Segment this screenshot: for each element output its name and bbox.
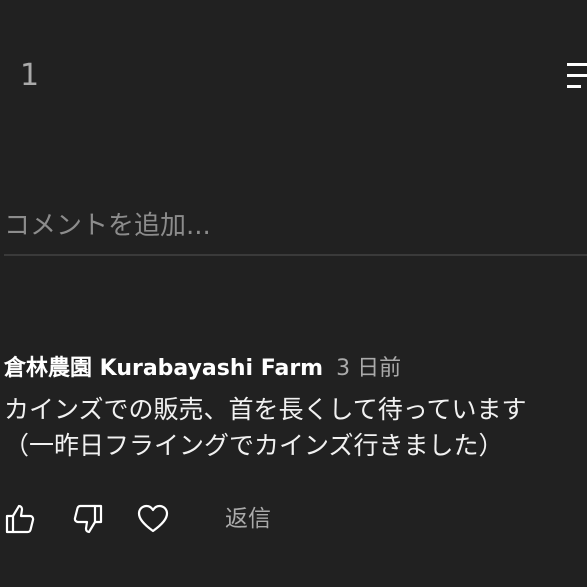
add-comment-field[interactable]	[4, 206, 587, 256]
comment-item: 倉林農園 Kurabayashi Farm 3 日前 カインズでの販売、首を長く…	[4, 352, 587, 464]
comment-input[interactable]	[4, 206, 587, 246]
comment-author[interactable]: 倉林農園 Kurabayashi Farm	[4, 356, 323, 381]
comment-header: 倉林農園 Kurabayashi Farm 3 日前	[4, 352, 587, 386]
sort-icon[interactable]	[567, 59, 587, 93]
thumbs-down-icon[interactable]	[70, 502, 104, 536]
comment-timestamp[interactable]: 3 日前	[336, 356, 401, 381]
thumbs-up-icon[interactable]	[4, 502, 38, 536]
heart-icon[interactable]	[136, 502, 170, 536]
comment-count: 1	[20, 58, 40, 93]
reply-button[interactable]: 返信	[225, 502, 271, 536]
comment-text: カインズでの販売、首を長くして待っています （一昨日フライングでカインズ行きまし…	[4, 395, 527, 460]
comment-actions: 返信	[4, 500, 404, 540]
